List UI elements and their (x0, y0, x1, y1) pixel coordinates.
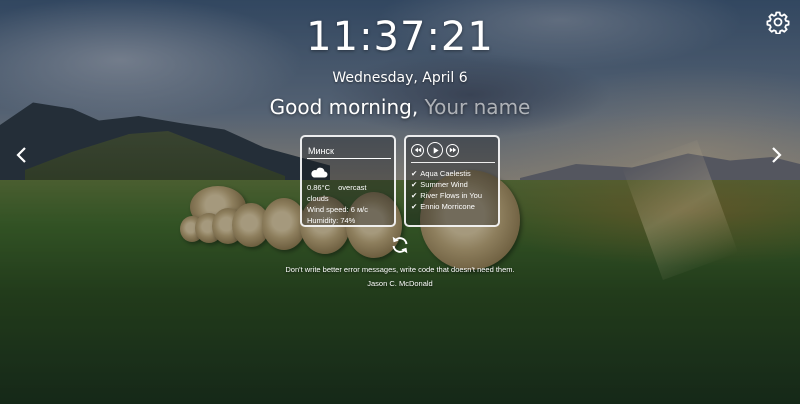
name-input[interactable]: Your name (425, 95, 531, 119)
background-landscape (0, 0, 800, 404)
refresh-quote-button[interactable] (389, 234, 411, 256)
next-background-button[interactable] (766, 145, 786, 165)
playlist-item[interactable]: ✔ Summer Wind (411, 179, 493, 190)
wind-speed: Wind speed: 6 м/с (307, 205, 369, 214)
track-title: Aqua Caelestis (420, 169, 471, 178)
previous-background-button[interactable] (12, 145, 32, 165)
track-title: River Flows in You (420, 191, 482, 200)
check-icon: ✔ (411, 180, 418, 189)
track-title: Ennio Morricone (420, 202, 475, 211)
chevron-right-icon (772, 147, 782, 163)
weather-temp-row: 0.86°C overcast clouds (307, 182, 389, 204)
check-icon: ✔ (411, 169, 418, 178)
quote-text: Don't write better error messages, write… (285, 265, 515, 274)
weather-widget: 0.86°C overcast clouds Wind speed: 6 м/с… (300, 135, 396, 227)
playlist-item[interactable]: ✔ Aqua Caelestis (411, 168, 493, 179)
cloud-icon (311, 167, 328, 178)
quote-author: Jason C. McDonald (367, 279, 433, 288)
chevron-left-icon (16, 147, 26, 163)
city-input[interactable] (307, 143, 391, 159)
audio-player: ✔ Aqua Caelestis ✔ Summer Wind ✔ River F… (404, 135, 500, 227)
playlist-item[interactable]: ✔ Ennio Morricone (411, 201, 493, 212)
next-track-button[interactable] (446, 143, 459, 157)
refresh-icon (392, 236, 408, 254)
play-button[interactable] (427, 142, 443, 158)
check-icon: ✔ (411, 202, 418, 211)
playlist-item[interactable]: ✔ River Flows in You (411, 190, 493, 201)
humidity: Humidity: 74% (307, 216, 356, 225)
player-divider (411, 162, 495, 163)
previous-icon (414, 147, 421, 153)
track-title: Summer Wind (420, 180, 468, 189)
date: Wednesday, April 6 (332, 70, 468, 86)
play-icon (433, 146, 439, 154)
greeting-text: Good morning, (269, 95, 419, 119)
next-icon (449, 147, 456, 153)
temperature: 0.86°C (307, 183, 331, 192)
greeting: Good morning, Your name (0, 95, 800, 119)
clock: 11:37:21 (306, 14, 494, 60)
previous-track-button[interactable] (411, 143, 424, 157)
dim-overlay (0, 0, 800, 404)
check-icon: ✔ (411, 191, 418, 200)
player-controls (411, 142, 493, 158)
